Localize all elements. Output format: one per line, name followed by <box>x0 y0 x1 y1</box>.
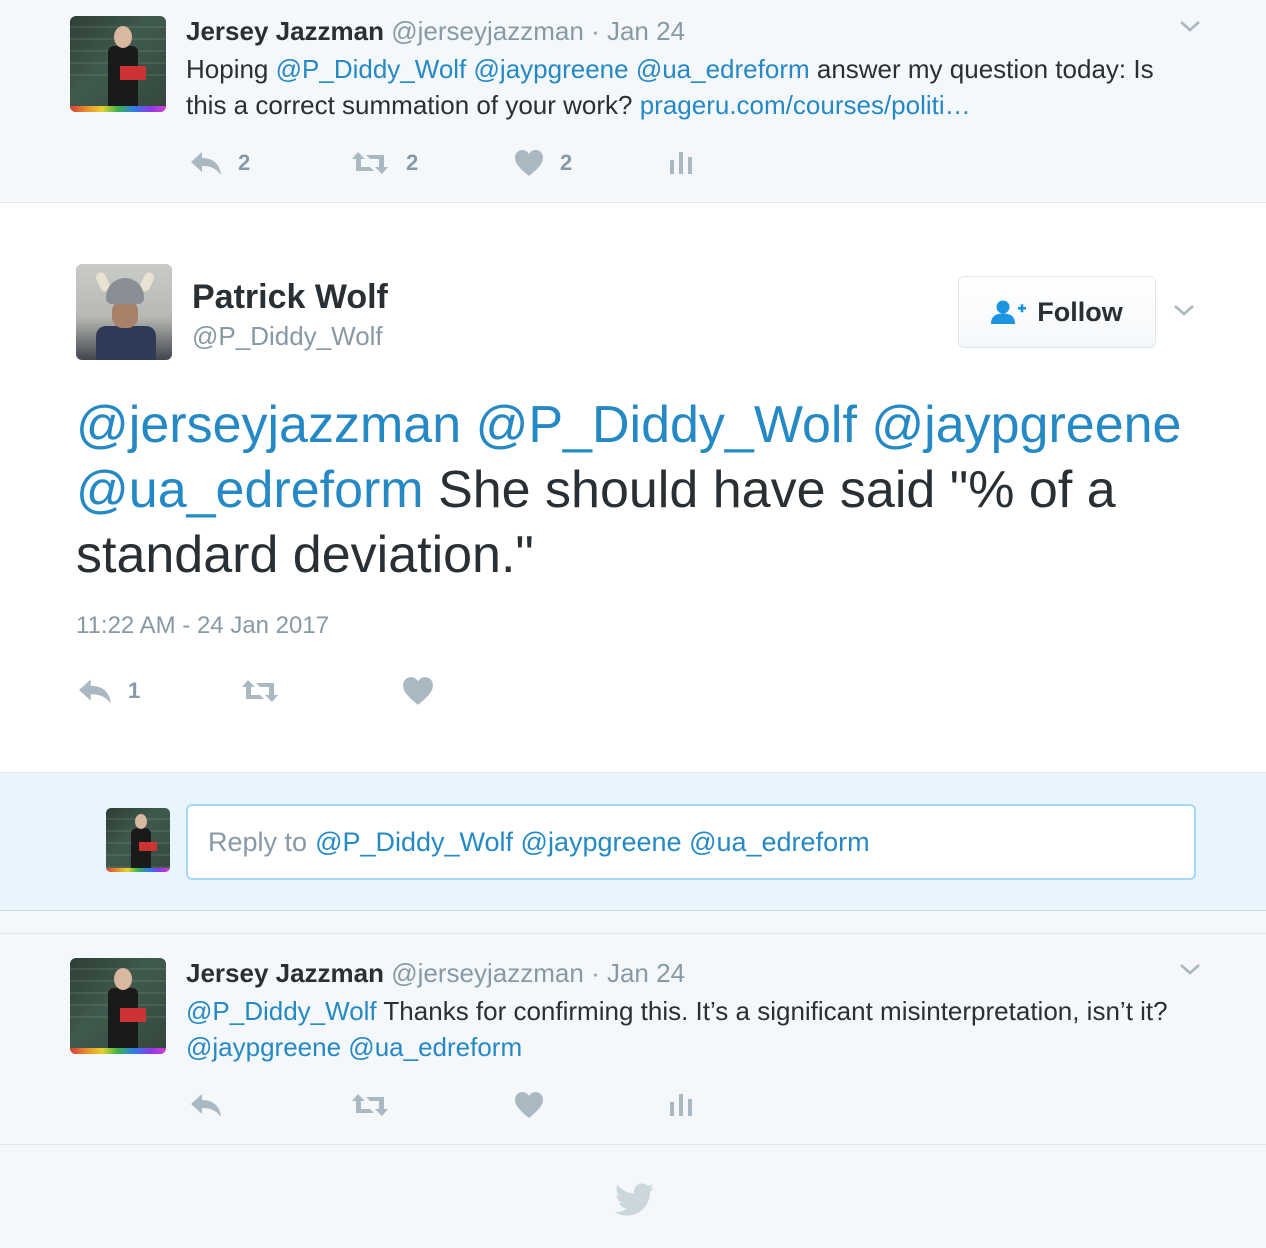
retweet-button[interactable] <box>240 674 280 708</box>
author-handle[interactable]: @jerseyjazzman <box>391 16 584 46</box>
like-button[interactable] <box>402 674 434 708</box>
mention-link[interactable]: @P_Diddy_Wolf <box>276 54 467 84</box>
retweet-icon <box>242 680 278 702</box>
tweet-header: Jersey Jazzman @jerseyjazzman · Jan 24 <box>186 958 685 989</box>
footer <box>0 1145 1266 1248</box>
reply-placeholder-mentions: @P_Diddy_Wolf @jaypgreene @ua_edreform <box>315 826 870 857</box>
reply-button[interactable]: 2 <box>190 146 250 180</box>
url-link[interactable]: prageru.com/courses/politi… <box>640 90 971 120</box>
like-button[interactable]: 2 <box>514 146 572 180</box>
tweet-text: Hoping @P_Diddy_Wolf @jaypgreene @ua_edr… <box>186 51 1196 123</box>
tweet-jerseyjazzman-1[interactable]: Jersey Jazzman @jerseyjazzman · Jan 24 H… <box>0 0 1266 203</box>
text-segment <box>466 54 473 84</box>
reply-area: Reply to @P_Diddy_Wolf @jaypgreene @ua_e… <box>0 773 1266 911</box>
chevron-down-icon[interactable] <box>1178 961 1202 977</box>
tweet-timestamp[interactable]: 11:22 AM - 24 Jan 2017 <box>76 612 329 640</box>
chevron-down-icon[interactable] <box>1172 302 1196 318</box>
text-segment <box>629 54 636 84</box>
avatar[interactable] <box>76 264 172 360</box>
text-segment <box>857 396 871 454</box>
mention-link[interactable]: @P_Diddy_Wolf <box>186 996 377 1026</box>
reply-input[interactable]: Reply to @P_Diddy_Wolf @jaypgreene @ua_e… <box>186 804 1196 880</box>
retweet-button[interactable]: 2 <box>350 146 418 180</box>
avatar <box>106 808 170 872</box>
like-icon <box>403 677 433 705</box>
follow-person-icon <box>991 300 1027 324</box>
like-button[interactable] <box>514 1088 544 1122</box>
retweet-button[interactable] <box>350 1088 390 1122</box>
retweet-icon <box>352 1094 388 1116</box>
reply-count: 1 <box>128 678 141 703</box>
mention-link[interactable]: @jaypgreene <box>474 54 629 84</box>
mention-link[interactable]: @P_Diddy_Wolf <box>476 396 857 454</box>
mention-link[interactable]: @jaypgreene <box>186 1032 341 1062</box>
follow-label: Follow <box>1037 296 1123 327</box>
reply-button[interactable]: 1 <box>78 674 140 708</box>
avatar[interactable] <box>70 16 166 112</box>
avatar[interactable] <box>70 958 166 1054</box>
tweet-text: @P_Diddy_Wolf Thanks for confirming this… <box>186 993 1196 1065</box>
reply-icon <box>191 152 221 175</box>
reply-count: 2 <box>238 150 251 175</box>
separator: · <box>591 16 600 46</box>
like-icon <box>515 1092 543 1118</box>
twitter-bird-icon <box>615 1183 655 1216</box>
tweet-date[interactable]: Jan 24 <box>607 958 685 988</box>
mention-link[interactable]: @ua_edreform <box>636 54 810 84</box>
author-name[interactable]: Jersey Jazzman <box>186 16 384 46</box>
author-name[interactable]: Jersey Jazzman <box>186 958 384 988</box>
separator: · <box>591 958 600 988</box>
tweet-header: Jersey Jazzman @jerseyjazzman · Jan 24 <box>186 16 685 47</box>
chevron-down-icon[interactable] <box>1178 18 1202 34</box>
author-name[interactable]: Patrick Wolf <box>192 278 388 317</box>
reply-placeholder-prefix: Reply to <box>208 826 308 857</box>
text-segment: Thanks for confirming this. It’s a signi… <box>376 996 1168 1026</box>
main-tweet-patrick-wolf: Patrick Wolf @P_Diddy_Wolf Follow @jerse… <box>0 203 1266 773</box>
follow-button[interactable]: Follow <box>958 276 1156 348</box>
mention-link[interactable]: @ua_edreform <box>76 461 424 519</box>
text-segment: Hoping <box>186 54 276 84</box>
author-handle[interactable]: @jerseyjazzman <box>391 958 584 988</box>
analytics-icon <box>670 152 692 174</box>
analytics-icon <box>670 1094 692 1116</box>
author-handle[interactable]: @P_Diddy_Wolf <box>192 321 383 352</box>
tweet-text: @jerseyjazzman @P_Diddy_Wolf @jaypgreene… <box>76 393 1186 588</box>
tweet-date[interactable]: Jan 24 <box>607 16 685 46</box>
like-count: 2 <box>560 150 573 175</box>
like-icon <box>515 150 543 176</box>
analytics-button[interactable] <box>670 146 694 180</box>
mention-link[interactable]: @ua_edreform <box>348 1032 522 1062</box>
retweet-icon <box>352 152 388 174</box>
tweet-jerseyjazzman-2[interactable]: Jersey Jazzman @jerseyjazzman · Jan 24 @… <box>0 933 1266 1145</box>
reply-button[interactable] <box>190 1088 222 1122</box>
retweet-count: 2 <box>406 150 419 175</box>
mention-link[interactable]: @jerseyjazzman <box>76 396 461 454</box>
reply-icon <box>79 679 111 704</box>
text-segment <box>461 396 475 454</box>
analytics-button[interactable] <box>670 1088 694 1122</box>
reply-icon <box>191 1094 221 1117</box>
mention-link[interactable]: @jaypgreene <box>871 396 1181 454</box>
